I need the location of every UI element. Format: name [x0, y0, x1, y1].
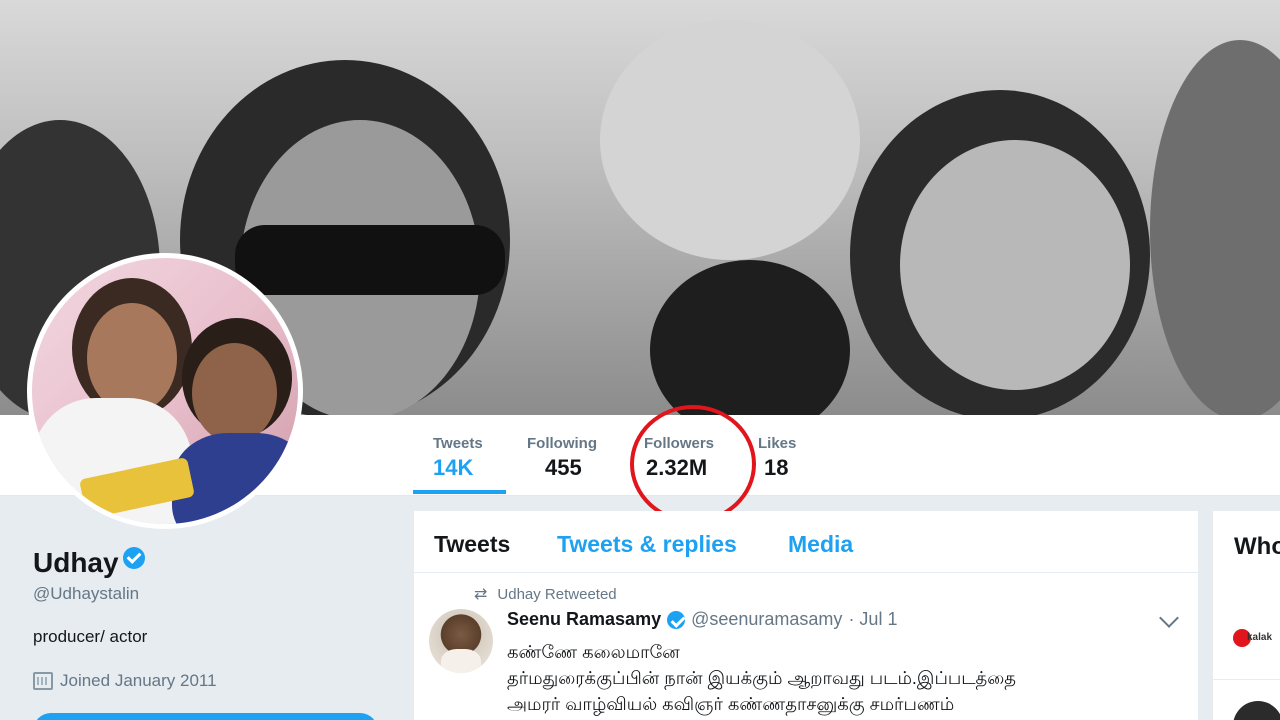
- verified-badge-icon: [667, 610, 686, 629]
- logo-text: kalak: [1247, 632, 1273, 643]
- banner-figure: [1150, 40, 1280, 415]
- calendar-icon: [33, 672, 53, 690]
- profile-handle[interactable]: @Udhaystalin: [33, 584, 139, 604]
- stat-label: Following: [527, 435, 597, 452]
- tab-media[interactable]: Media: [788, 531, 853, 558]
- banner-figure: [650, 260, 850, 415]
- stat-following[interactable]: Following 455: [527, 435, 597, 481]
- tab-tweets[interactable]: Tweets: [434, 531, 510, 558]
- stat-value: 455: [545, 455, 582, 480]
- retweet-icon: ⇄: [474, 586, 488, 603]
- joined-text: Joined January 2011: [60, 671, 217, 690]
- banner-figure: [600, 20, 860, 260]
- profile-avatar[interactable]: [27, 253, 303, 529]
- stat-value: 14K: [433, 455, 474, 480]
- tweet-author-handle[interactable]: @seenuramasamy: [691, 609, 842, 630]
- follow-button[interactable]: [33, 713, 378, 720]
- joined-date: Joined January 2011: [33, 671, 217, 691]
- stat-label: Likes: [758, 435, 797, 452]
- avatar-shirt: [441, 649, 481, 673]
- tweet-header: Seenu Ramasamy @seenuramasamy · Jul 1: [507, 609, 897, 630]
- tweet-date[interactable]: · Jul 1: [848, 609, 897, 630]
- verified-badge-icon: [122, 547, 145, 569]
- avatar-face: [87, 303, 177, 413]
- stat-value: 18: [764, 455, 789, 480]
- banner-child-face: [900, 140, 1130, 390]
- profile-name-text: Udhay: [33, 547, 119, 578]
- stat-likes[interactable]: Likes 18: [758, 435, 796, 481]
- followers-highlight-circle: [630, 405, 756, 523]
- active-tab-underline: [413, 490, 506, 494]
- retweet-label[interactable]: Udhay Retweeted: [497, 586, 616, 603]
- who-to-follow-title: Who: [1234, 533, 1280, 560]
- tab-tweets-replies[interactable]: Tweets & replies: [557, 531, 737, 558]
- suggested-account-logo[interactable]: kalak: [1233, 629, 1273, 649]
- profile-bio: producer/ actor: [33, 627, 148, 646]
- tweets-timeline: Tweets Tweets & replies Media ⇄ Udhay Re…: [414, 511, 1198, 720]
- banner-sunglasses: [235, 225, 505, 295]
- stat-tweets[interactable]: Tweets 14K: [433, 435, 483, 481]
- timeline-tabs: Tweets Tweets & replies Media: [414, 511, 1198, 573]
- chevron-down-icon[interactable]: [1159, 608, 1179, 628]
- tweet-author-avatar[interactable]: [429, 609, 493, 673]
- stat-label: Tweets: [433, 435, 483, 452]
- divider: [1213, 679, 1280, 680]
- avatar-face: [192, 343, 277, 443]
- tweet-text: கண்ணே கலைமானே தர்மதுரைக்குப்பின் நான் இய…: [507, 642, 1017, 714]
- suggested-account-avatar[interactable]: [1233, 701, 1280, 720]
- who-to-follow-card: Who kalak: [1213, 511, 1280, 720]
- profile-name[interactable]: Udhay: [33, 547, 145, 579]
- tweet-author-name[interactable]: Seenu Ramasamy: [507, 609, 661, 630]
- retweet-indicator: ⇄ Udhay Retweeted: [474, 584, 617, 604]
